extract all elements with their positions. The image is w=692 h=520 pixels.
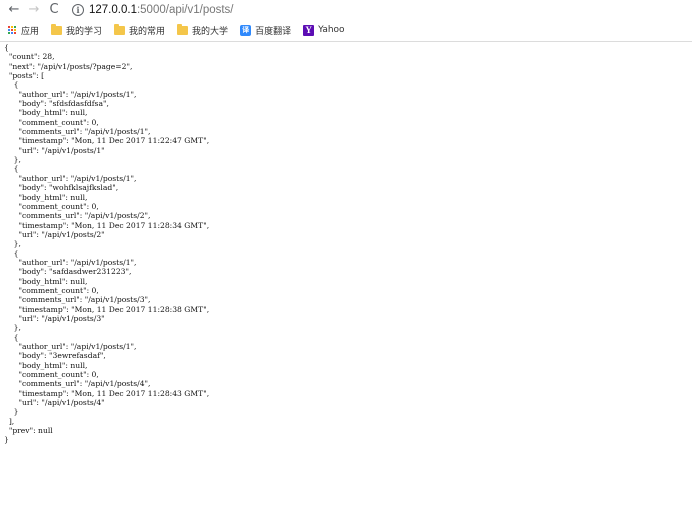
- json-line: "prev": null: [4, 426, 53, 436]
- folder-icon: [51, 23, 63, 35]
- json-response-body: { "count": 28, "next": "/api/v1/posts/?p…: [4, 43, 692, 445]
- json-line: "comment_count": 0,: [4, 285, 99, 295]
- json-line: "url": "/api/v1/posts/3": [4, 313, 105, 323]
- json-line: }: [4, 435, 9, 445]
- json-line: "comment_count": 0,: [4, 201, 99, 211]
- json-line: {: [4, 332, 19, 342]
- json-line: "comments_url": "/api/v1/posts/2",: [4, 211, 151, 221]
- bookmark-folder-university[interactable]: 我的大学: [177, 23, 229, 37]
- yahoo-icon: Y: [303, 24, 315, 36]
- json-line: },: [4, 239, 21, 249]
- apps-grid-icon: [8, 25, 17, 35]
- json-line: }: [4, 407, 19, 417]
- bookmark-label: 我的常用: [129, 26, 166, 37]
- folder-icon: [177, 23, 189, 35]
- forward-arrow-icon[interactable]: →: [26, 2, 42, 18]
- json-line: {: [4, 43, 9, 52]
- json-line: "body": "sfdsfdasfdfsa",: [4, 99, 109, 109]
- json-line: "body": "wohfklsajfkslad",: [4, 183, 119, 193]
- json-line: "url": "/api/v1/posts/4": [4, 398, 105, 408]
- json-line: "comment_count": 0,: [4, 370, 99, 380]
- bookmark-label: 我的大学: [192, 26, 229, 37]
- reload-icon[interactable]: C: [46, 2, 62, 18]
- folder-icon: [114, 23, 126, 35]
- info-icon[interactable]: i: [72, 3, 84, 16]
- bookmark-label: 百度翻译: [255, 26, 292, 37]
- json-line: "author_url": "/api/v1/posts/1",: [4, 89, 137, 99]
- json-line: "timestamp": "Mon, 11 Dec 2017 11:22:47 …: [4, 136, 210, 146]
- json-line: "comment_count": 0,: [4, 117, 99, 127]
- json-line: "body_html": null,: [4, 360, 88, 370]
- json-line: "body_html": null,: [4, 192, 88, 202]
- json-line: "url": "/api/v1/posts/2": [4, 229, 105, 239]
- json-line: "next": "/api/v1/posts/?page=2",: [4, 61, 133, 71]
- json-line: "comments_url": "/api/v1/posts/1",: [4, 127, 151, 137]
- json-line: "author_url": "/api/v1/posts/1",: [4, 342, 137, 351]
- bookmark-label: 我的学习: [66, 26, 103, 37]
- address-bar[interactable]: i 127.0.0.1 :5000/api/v1/posts/: [72, 1, 234, 18]
- json-line: },: [4, 323, 21, 333]
- bookmarks-bar: 应用 我的学习 我的常用 我的大学 译 百度翻译 Y Yahoo: [0, 19, 692, 42]
- json-line: "timestamp": "Mon, 11 Dec 2017 11:28:38 …: [4, 304, 210, 314]
- json-line: ],: [4, 416, 15, 426]
- json-line: {: [4, 248, 19, 258]
- json-line: "comments_url": "/api/v1/posts/3",: [4, 295, 151, 305]
- json-line: "comments_url": "/api/v1/posts/4",: [4, 379, 151, 389]
- json-line: "posts": [: [4, 71, 45, 81]
- bookmark-folder-study[interactable]: 我的学习: [51, 23, 103, 37]
- bookmark-apps[interactable]: 应用: [8, 24, 39, 37]
- browser-toolbar: ← → C i 127.0.0.1 :5000/api/v1/posts/: [0, 0, 692, 19]
- json-line: {: [4, 80, 19, 90]
- json-line: },: [4, 155, 21, 165]
- json-line: "body": "3ewrefasdaf",: [4, 351, 106, 361]
- bookmark-yahoo[interactable]: Y Yahoo: [303, 24, 345, 36]
- json-line: "timestamp": "Mon, 11 Dec 2017 11:28:43 …: [4, 388, 210, 398]
- url-path: :5000/api/v1/posts/: [136, 3, 234, 16]
- json-line: "count": 28,: [4, 52, 55, 62]
- json-line: "author_url": "/api/v1/posts/1",: [4, 257, 137, 267]
- url-host: 127.0.0.1: [89, 3, 137, 16]
- bookmark-label: 应用: [21, 26, 40, 37]
- json-line: "body_html": null,: [4, 276, 88, 286]
- json-line: "author_url": "/api/v1/posts/1",: [4, 173, 137, 183]
- bookmark-folder-common[interactable]: 我的常用: [114, 23, 166, 37]
- json-line: "body_html": null,: [4, 108, 88, 118]
- baidu-translate-icon: 译: [240, 24, 252, 36]
- bookmark-label: Yahoo: [318, 25, 345, 35]
- bookmark-baidu-translate[interactable]: 译 百度翻译: [240, 24, 291, 37]
- json-line: "body": "safdasdwer231223",: [4, 267, 132, 277]
- json-line: {: [4, 164, 19, 174]
- back-arrow-icon[interactable]: ←: [6, 2, 22, 18]
- json-line: "url": "/api/v1/posts/1": [4, 145, 105, 155]
- json-line: "timestamp": "Mon, 11 Dec 2017 11:28:34 …: [4, 220, 210, 230]
